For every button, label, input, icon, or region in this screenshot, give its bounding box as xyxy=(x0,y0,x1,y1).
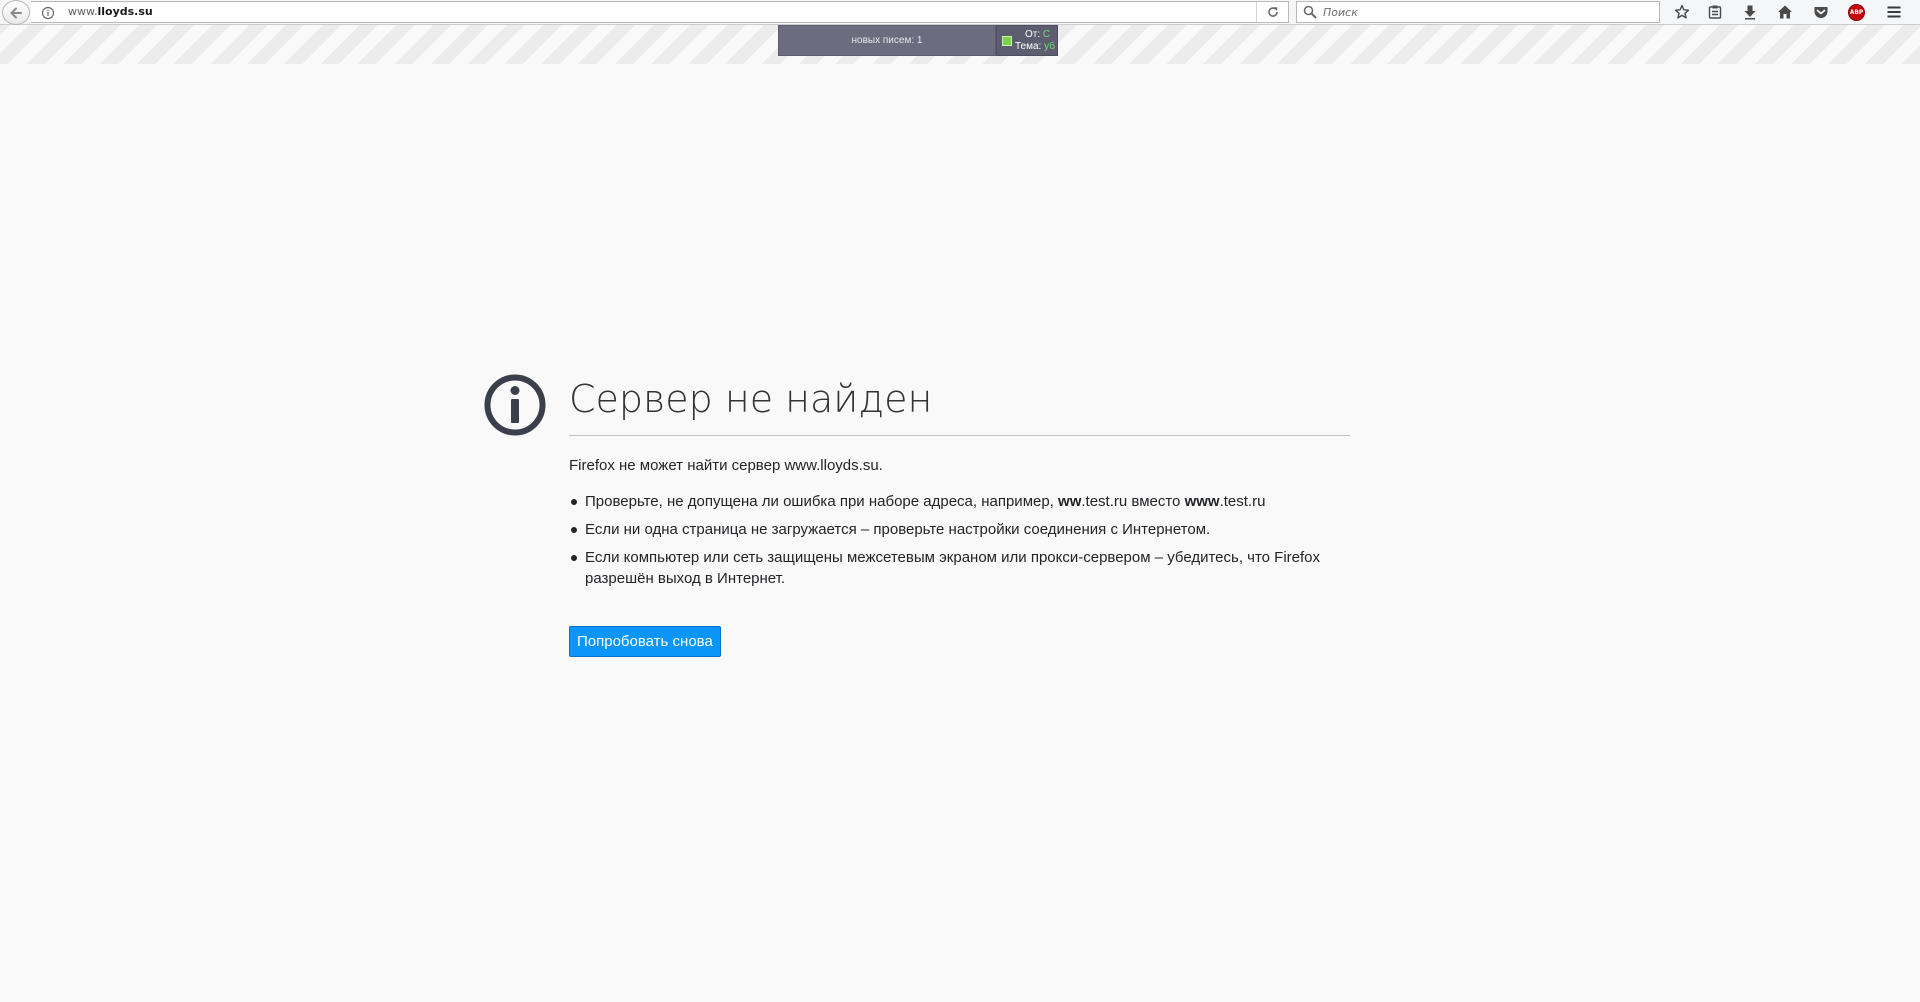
mail-subject-value: уб xyxy=(1044,41,1055,52)
unread-flag-icon xyxy=(1002,36,1012,46)
browser-toolbar: www.lloyds.su Поиск ABP xyxy=(0,0,1920,25)
url-text[interactable]: www.lloyds.su xyxy=(68,5,153,19)
site-info-icon[interactable] xyxy=(41,5,57,21)
pocket-icon xyxy=(1814,7,1828,18)
download-arrow-icon xyxy=(1744,5,1756,20)
open-menu-button[interactable] xyxy=(1883,2,1905,22)
mail-preview[interactable]: От: C Тема: уб xyxy=(996,25,1058,56)
search-input[interactable] xyxy=(1323,4,1653,20)
tip2-text: Если ни одна страница не загружается – п… xyxy=(585,521,1211,538)
bookmark-star-button[interactable] xyxy=(1671,2,1693,22)
tip1-end: .test.ru xyxy=(1219,493,1266,510)
star-icon xyxy=(1674,4,1690,19)
tip1-bold-ww: ww xyxy=(1058,493,1082,510)
suggestion-check-firewall: Если компьютер или сеть защищены межсете… xyxy=(569,547,1350,589)
url-prefix: www. xyxy=(68,5,98,18)
error-title: Сервер не найден xyxy=(569,377,933,421)
address-bar[interactable]: www.lloyds.su xyxy=(31,1,1289,23)
hamburger-menu-icon xyxy=(1887,6,1901,18)
mail-from-line: От: C xyxy=(1025,29,1050,41)
suggestions-list: Проверьте, не допущена ли ошибка при наб… xyxy=(569,491,1350,596)
error-description: Firefox не может найти сервер www.lloyds… xyxy=(569,457,883,474)
new-mail-text: новых писем: 1 xyxy=(851,35,923,46)
tip1-mid: .test.ru вместо xyxy=(1081,493,1185,510)
info-icon xyxy=(484,374,546,436)
back-arrow-icon xyxy=(10,7,22,19)
home-icon xyxy=(1778,5,1792,19)
mail-subject-line: Тема: уб xyxy=(1015,41,1055,53)
home-button[interactable] xyxy=(1774,2,1796,22)
tip1-start: Проверьте, не допущена ли ошибка при наб… xyxy=(585,493,1059,510)
back-button[interactable] xyxy=(2,0,30,25)
tip1-bold-www: www xyxy=(1184,493,1220,510)
bookmarks-menu-button[interactable] xyxy=(1704,2,1726,22)
clipboard-icon xyxy=(1708,5,1722,19)
reload-icon xyxy=(1268,7,1278,17)
mail-subject-label: Тема: xyxy=(1015,41,1042,52)
search-bar[interactable] xyxy=(1296,1,1660,23)
try-again-button[interactable]: Попробовать снова xyxy=(569,626,721,657)
mail-from-label: От: xyxy=(1025,29,1041,40)
adblock-plus-icon: ABP xyxy=(1848,4,1865,21)
mail-from-value: C xyxy=(1042,29,1051,40)
reload-button[interactable] xyxy=(1256,2,1288,22)
downloads-button[interactable] xyxy=(1739,2,1761,22)
tip3-text: Если компьютер или сеть защищены межсете… xyxy=(585,549,1321,587)
pocket-button[interactable] xyxy=(1810,2,1832,22)
suggestion-check-address: Проверьте, не допущена ли ошибка при наб… xyxy=(569,491,1350,512)
new-mail-counter[interactable]: новых писем: 1 xyxy=(778,25,996,56)
suggestion-check-connection: Если ни одна страница не загружается – п… xyxy=(569,519,1350,540)
adblock-plus-button[interactable]: ABP xyxy=(1845,2,1867,22)
title-divider xyxy=(569,435,1350,436)
search-icon xyxy=(1303,5,1317,19)
url-domain: lloyds.su xyxy=(97,5,153,18)
